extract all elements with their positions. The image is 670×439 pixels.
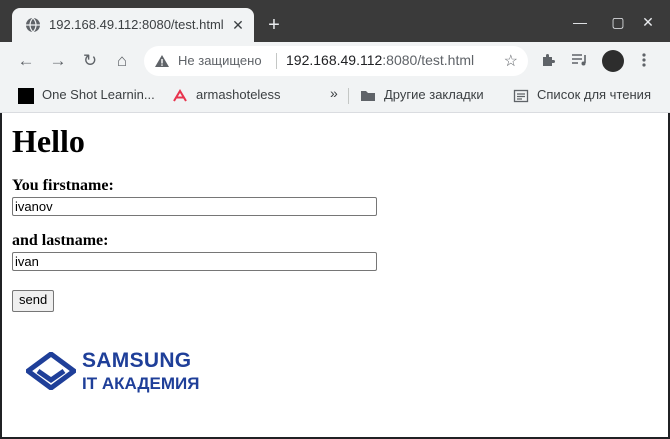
bookmarks-divider (348, 88, 349, 104)
url-text[interactable]: 192.168.49.112:8080/test.html (286, 52, 474, 68)
browser-window: 192.168.49.112:8080/test.html ✕ + — ▢ ✕ … (0, 0, 670, 439)
browser-tab[interactable]: 192.168.49.112:8080/test.html ✕ (12, 8, 254, 42)
lastname-input[interactable]: ivan (12, 252, 377, 271)
menu-kebab-icon[interactable] (634, 52, 654, 70)
bookmarks-overflow-button[interactable]: » (330, 85, 338, 101)
bookmark-star-icon[interactable]: ☆ (504, 51, 518, 71)
reload-button[interactable]: ↻ (79, 50, 101, 72)
warning-icon[interactable] (154, 53, 170, 69)
browser-toolbar: ← → ↻ ⌂ Не защищено 192.168.49.112:8080/… (0, 42, 670, 80)
extensions-puzzle-icon[interactable] (538, 52, 558, 70)
new-tab-button[interactable]: + (264, 15, 284, 35)
reading-list-button[interactable]: Список для чтения (537, 87, 651, 102)
black-square-icon (18, 88, 34, 104)
home-button[interactable]: ⌂ (111, 50, 133, 72)
forward-button[interactable]: → (47, 50, 69, 72)
profile-avatar[interactable] (602, 50, 624, 72)
tab-title: 192.168.49.112:8080/test.html (49, 17, 224, 32)
firstname-input[interactable]: ivanov (12, 197, 377, 216)
url-host: 192.168.49.112 (286, 52, 383, 68)
firstname-label: You firstname: (12, 177, 114, 194)
omnibox-divider (276, 53, 277, 69)
page-heading: Hello (12, 123, 85, 159)
lastname-label: and lastname: (12, 232, 109, 249)
globe-icon (26, 17, 40, 33)
bookmarks-bar: One Shot Learnin... armashoteless » Друг… (0, 80, 670, 113)
media-queue-icon[interactable] (570, 52, 590, 70)
reading-list-icon (513, 89, 529, 103)
bookmark-armashoteless[interactable]: armashoteless (196, 87, 281, 102)
security-status[interactable]: Не защищено (178, 53, 262, 68)
title-bar: 192.168.49.112:8080/test.html ✕ + — ▢ ✕ (0, 0, 670, 42)
samsung-it-academy-logo: SAMSUNG IT АКАДЕМИЯ (26, 348, 206, 398)
folder-icon (361, 91, 375, 101)
red-arrow-icon (173, 89, 187, 102)
close-window-button[interactable]: ✕ (636, 10, 660, 34)
maximize-button[interactable]: ▢ (606, 10, 630, 34)
other-bookmarks-button[interactable]: Другие закладки (384, 87, 484, 102)
bookmark-one-shot[interactable]: One Shot Learnin... (42, 87, 155, 102)
tab-close-icon[interactable]: ✕ (230, 17, 246, 33)
page-content: Hello You firstname: ivanov and lastname… (2, 113, 668, 437)
url-path: :8080/test.html (382, 52, 475, 68)
samsung-logo-mark-icon (26, 352, 76, 390)
back-button[interactable]: ← (15, 50, 37, 72)
address-bar[interactable]: Не защищено 192.168.49.112:8080/test.htm… (144, 46, 528, 76)
logo-text-it-academy: IT АКАДЕМИЯ (82, 374, 200, 393)
send-button[interactable]: send (12, 290, 55, 312)
logo-text-samsung: SAMSUNG (82, 349, 192, 372)
minimize-button[interactable]: — (568, 10, 592, 34)
